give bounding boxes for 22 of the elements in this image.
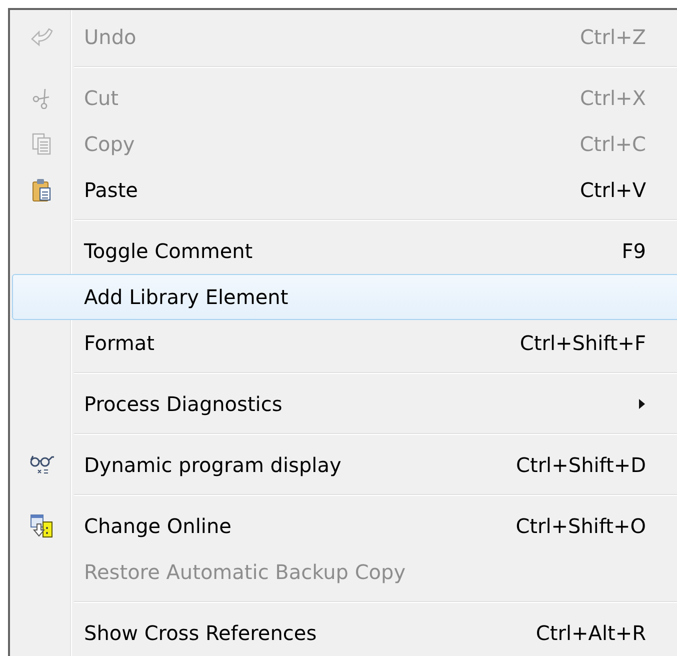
menu-item[interactable]: Toggle Comment F9 xyxy=(12,228,677,274)
undo-arrow-icon xyxy=(31,27,53,47)
menu-item[interactable]: Add Library Element xyxy=(12,274,677,320)
shortcut-label: Ctrl+X xyxy=(580,86,646,110)
menu-item[interactable]: Dynamic program display Ctrl+Shift+D xyxy=(12,442,677,488)
menu-item[interactable]: Process Diagnostics xyxy=(12,381,677,427)
download-window-icon xyxy=(30,514,54,538)
shortcut-label: Ctrl+Z xyxy=(580,25,646,49)
menu-item[interactable]: Paste Ctrl+V xyxy=(12,167,677,213)
shortcut-label: Ctrl+C xyxy=(580,132,646,156)
menu-item[interactable]: Change Online Ctrl+Shift+O xyxy=(12,503,677,549)
clipboard-icon xyxy=(32,178,52,202)
menu-item[interactable]: Show Cross References Ctrl+Alt+R xyxy=(12,610,677,656)
shortcut-label: Ctrl+Shift+F xyxy=(520,331,646,355)
shortcut-label: Ctrl+Alt+R xyxy=(536,621,646,645)
shortcut-label: Ctrl+V xyxy=(580,178,646,202)
menu-item[interactable]: Format Ctrl+Shift+F xyxy=(12,320,677,366)
shortcut-label: Ctrl+Shift+O xyxy=(516,514,646,538)
scissors-icon xyxy=(32,87,52,109)
document-icon xyxy=(32,133,52,155)
shortcut-label: F9 xyxy=(622,239,646,263)
shortcut-label: Ctrl+Shift+D xyxy=(516,453,646,477)
